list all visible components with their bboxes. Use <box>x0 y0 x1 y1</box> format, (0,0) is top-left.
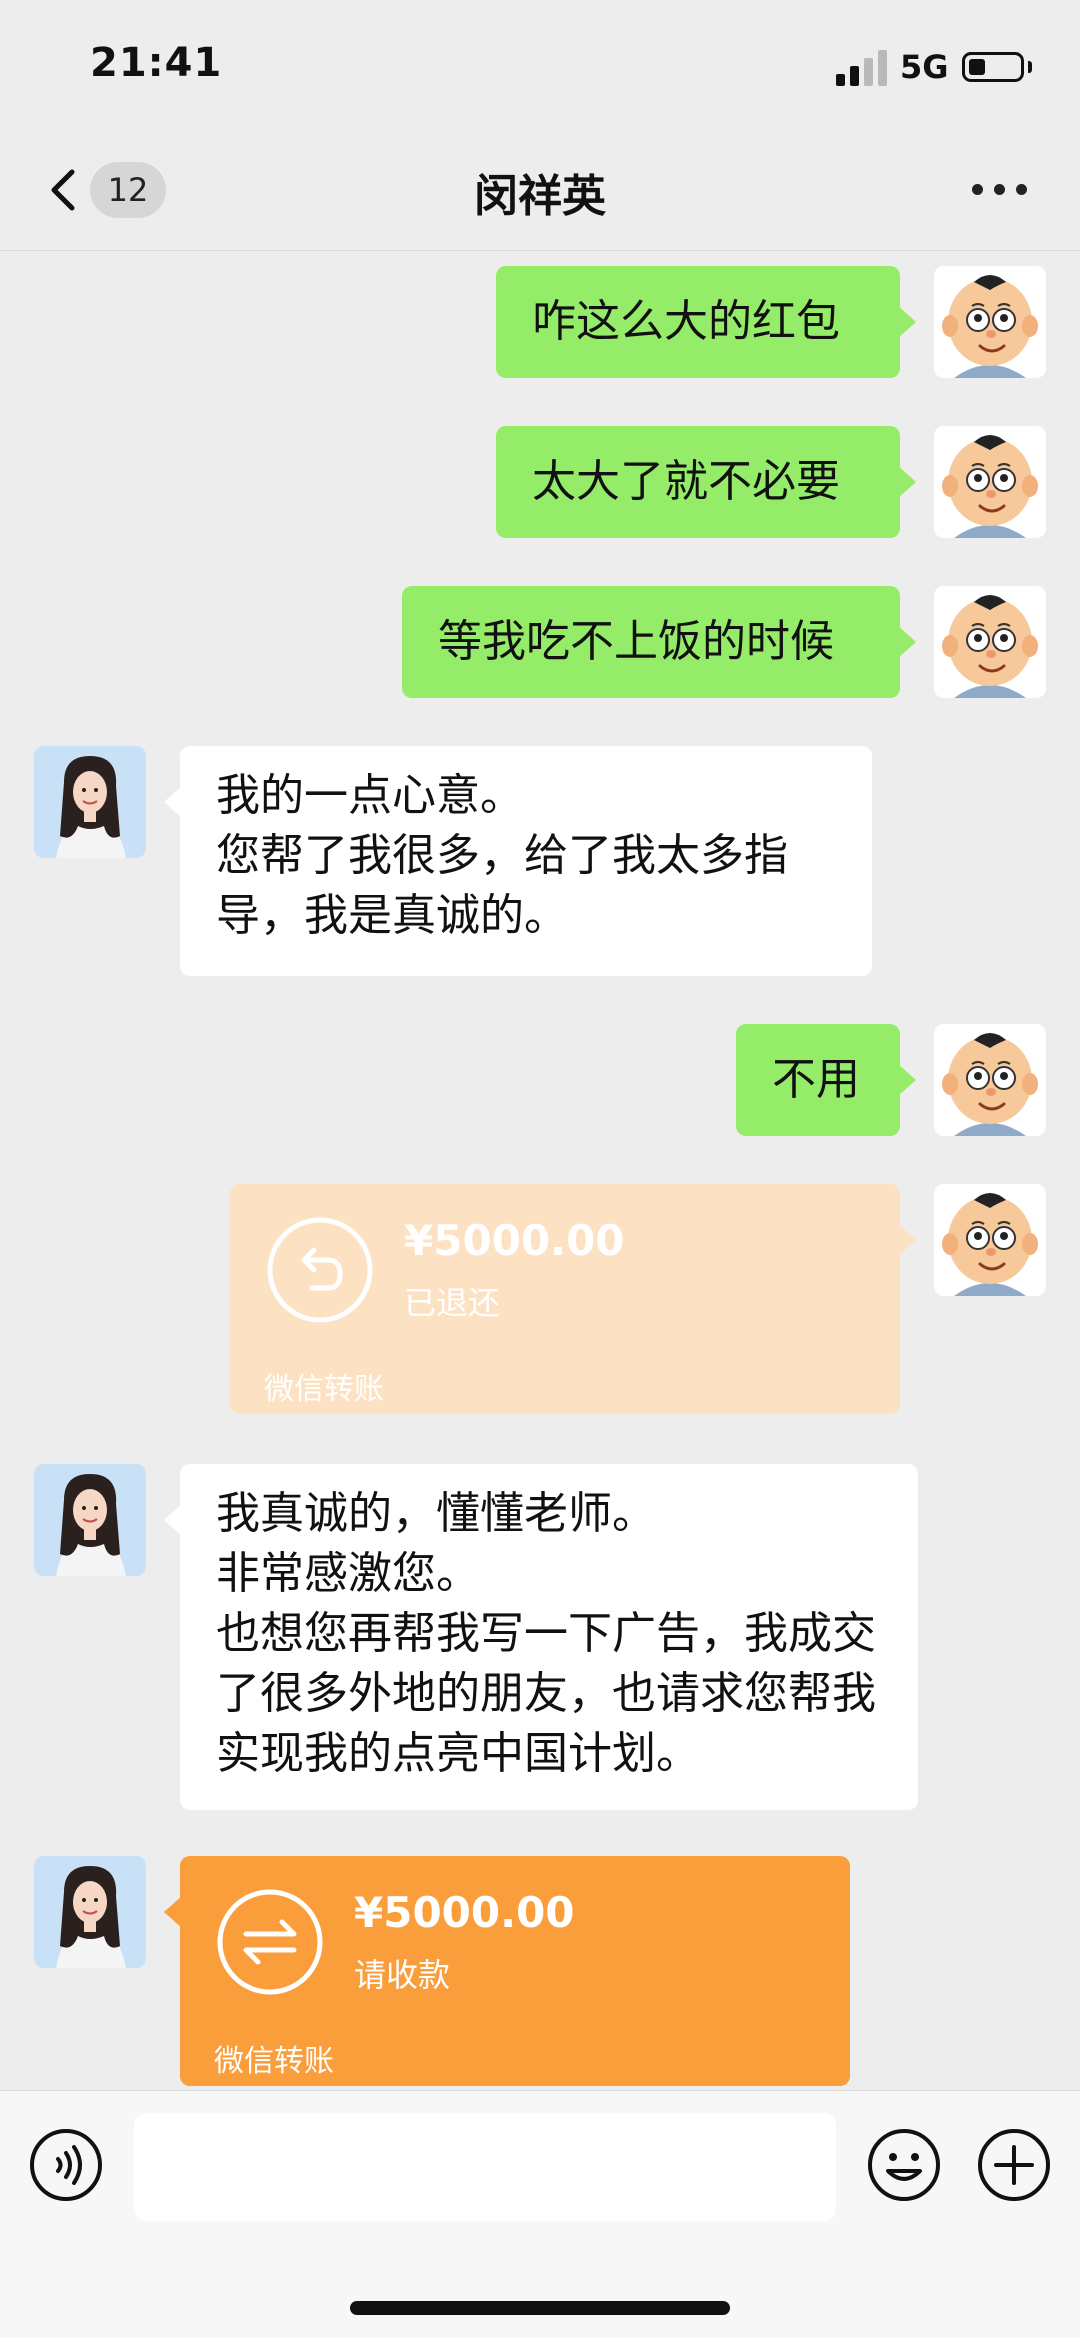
received-message-bubble[interactable]: 我的一点心意。 您帮了我很多，给了我太多指导，我是真诚的。 <box>164 746 872 976</box>
clock: 21:41 <box>90 40 223 86</box>
status-bar: 21:41 5G <box>0 0 1080 130</box>
chat-header: 12 闵祥英 <box>0 130 1080 251</box>
contact-avatar[interactable] <box>34 1464 146 1576</box>
contact-avatar[interactable] <box>34 746 146 858</box>
transfer-amount: ¥5000.00 <box>404 1216 625 1265</box>
sent-message-bubble[interactable]: 太大了就不必要 <box>496 426 916 538</box>
voice-icon[interactable] <box>28 2127 104 2203</box>
transfer-status: 已退还 <box>404 1284 501 1322</box>
my-avatar[interactable] <box>934 1184 1046 1296</box>
my-avatar[interactable] <box>934 266 1046 378</box>
my-avatar[interactable] <box>934 586 1046 698</box>
returned-transfer-card[interactable]: ¥5000.00 已退还 微信转账 <box>230 1184 916 1414</box>
transfer-footer-label: 微信转账 <box>264 1372 384 1407</box>
signal-icon <box>836 50 892 86</box>
message-input[interactable] <box>134 2113 836 2221</box>
chat-title: 闵祥英 <box>474 171 606 222</box>
transfer-amount: ¥5000.00 <box>354 1888 575 1937</box>
battery-icon <box>962 52 1024 82</box>
transfer-arrows-icon <box>217 1889 323 1995</box>
pending-transfer-card[interactable]: ¥5000.00 请收款 微信转账 <box>164 1856 850 2086</box>
sent-message-bubble[interactable]: 不用 <box>736 1024 916 1136</box>
my-avatar[interactable] <box>934 1024 1046 1136</box>
contact-avatar[interactable] <box>34 1856 146 1968</box>
transfer-status: 请收款 <box>354 1956 451 1994</box>
network-type: 5G <box>900 48 949 86</box>
battery-cap <box>1028 61 1032 73</box>
input-bar <box>0 2090 1080 2338</box>
transfer-footer-label: 微信转账 <box>214 2044 334 2079</box>
plus-icon[interactable] <box>976 2127 1052 2203</box>
home-indicator <box>350 2301 730 2315</box>
sent-message-bubble[interactable]: 咋这么大的红包 <box>496 266 916 378</box>
emoji-icon[interactable] <box>866 2127 942 2203</box>
received-message-bubble[interactable]: 我真诚的，懂懂老师。 非常感激您。 也想您再帮我写一下广告，我成交了很多外地的朋… <box>164 1464 918 1810</box>
more-dots-icon[interactable] <box>972 184 1028 196</box>
my-avatar[interactable] <box>934 426 1046 538</box>
return-arrow-icon <box>267 1217 373 1323</box>
sent-message-bubble[interactable]: 等我吃不上饭的时候 <box>402 586 916 698</box>
